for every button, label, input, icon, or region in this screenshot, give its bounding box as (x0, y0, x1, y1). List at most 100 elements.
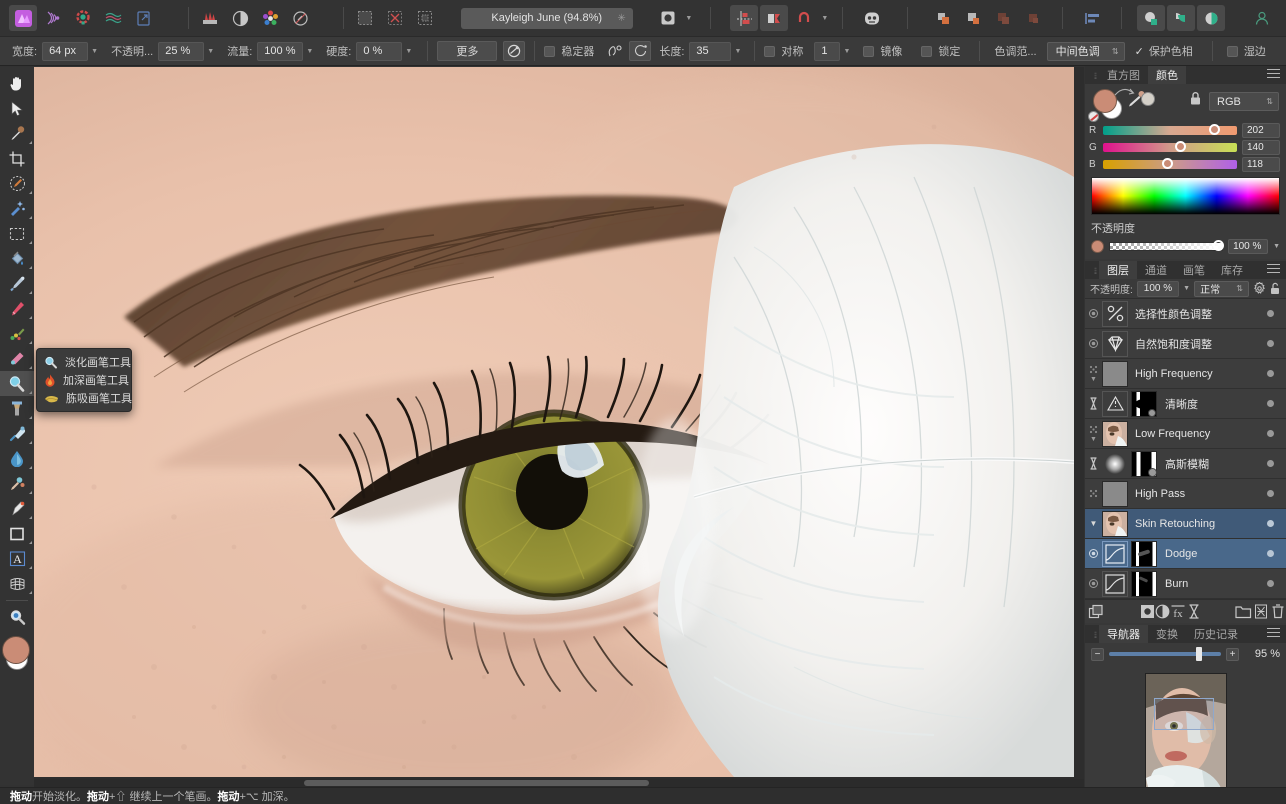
tab-navigator[interactable]: 导航器 (1099, 625, 1148, 643)
move-tool[interactable] (0, 96, 34, 121)
layer-fx-dot[interactable] (1267, 370, 1274, 377)
navigator-panel-menu-icon[interactable] (1267, 628, 1280, 640)
secondary-swatch[interactable] (1141, 92, 1155, 106)
layer-fx-dot[interactable] (1267, 520, 1274, 527)
g-slider-knob[interactable] (1175, 141, 1187, 152)
develop-persona-icon[interactable] (69, 5, 97, 31)
width-input[interactable]: 64 px (42, 41, 89, 61)
rectangle-tool[interactable] (0, 521, 34, 546)
panel-grip-icon[interactable]: ⦙⦙ (1091, 68, 1099, 84)
smudge-brush-tool[interactable] (0, 346, 34, 371)
rope-stabilizer-icon[interactable] (604, 41, 626, 61)
stabilizer-checkbox[interactable] (544, 45, 556, 57)
clone-brush-tool[interactable] (0, 396, 34, 421)
window-stabilizer-icon[interactable] (629, 41, 652, 61)
symmetry-checkbox[interactable] (764, 45, 776, 57)
hardness-input[interactable]: 0 % (356, 41, 403, 61)
layer-fx-dot[interactable] (1267, 580, 1274, 587)
geometry-subtract-icon[interactable] (959, 5, 987, 31)
lock-icon[interactable] (1189, 91, 1202, 106)
scrollbar-thumb[interactable] (304, 780, 649, 786)
zoom-in-button[interactable]: + (1226, 647, 1239, 661)
flyout-item-burn-brush-tool[interactable]: 加深画笔工具 (37, 371, 131, 389)
blur-brush-tool[interactable] (0, 446, 34, 471)
color-wheel-icon[interactable] (256, 5, 284, 31)
color-opacity-input[interactable]: 100 % (1228, 239, 1269, 254)
assistant-robot-icon[interactable] (858, 5, 886, 31)
g-value-input[interactable]: 140 (1242, 140, 1280, 155)
zoom-out-button[interactable]: − (1091, 647, 1104, 661)
layer-fx-dot[interactable] (1267, 490, 1274, 497)
layer-fx-dot[interactable] (1267, 460, 1274, 467)
dodge-brush-tool[interactable] (0, 371, 34, 396)
select-all-icon[interactable] (351, 5, 379, 31)
document-tab[interactable]: Kayleigh June (94.8%) ✳ (460, 7, 633, 29)
navigator-thumbnail-box[interactable] (1085, 665, 1286, 798)
liquify-persona-icon[interactable] (39, 5, 67, 31)
layers-panel-menu-icon[interactable] (1267, 264, 1280, 276)
chevron-down-icon[interactable]: ▼ (1090, 436, 1097, 443)
zoom-slider-track[interactable] (1109, 647, 1221, 661)
flyout-item-sponge-brush-tool[interactable]: 胨吸画笔工具 (37, 389, 132, 407)
add-group-icon[interactable] (1235, 605, 1252, 619)
lock-open-icon[interactable] (1270, 282, 1281, 295)
align-left-icon[interactable] (1078, 5, 1106, 31)
opacity-slider-track[interactable] (1109, 240, 1225, 251)
length-input[interactable]: 35 (689, 41, 732, 61)
mask-preview-icon[interactable] (654, 5, 682, 31)
layer-visibility-icon[interactable] (1085, 539, 1102, 569)
layer-fx-dot[interactable] (1267, 400, 1274, 407)
table-row[interactable]: Burn (1085, 569, 1286, 599)
user-account-icon[interactable] (1248, 5, 1276, 31)
gear-icon[interactable] (1253, 282, 1266, 295)
selection-brush-tool[interactable] (0, 171, 34, 196)
layer-opacity-chevron-down-icon[interactable]: ▼ (1183, 285, 1190, 292)
brush-settings-icon[interactable] (503, 41, 526, 61)
layer-blend-mode-icon[interactable]: ▼ (1085, 359, 1102, 389)
layer-mask-thumbnail[interactable] (1131, 570, 1157, 597)
color-picker-tool[interactable] (0, 121, 34, 146)
layer-mask-thumbnail[interactable] (1131, 390, 1157, 417)
pen-tool[interactable] (0, 496, 34, 521)
symmetry-stepper[interactable]: ▼ (840, 42, 853, 61)
brush-stack-icon[interactable] (196, 5, 224, 31)
panel-grip-icon[interactable]: ⦙⦙ (1091, 627, 1099, 643)
group-expand-chevron-down-icon[interactable]: ▼ (1085, 509, 1102, 539)
flood-select-tool[interactable] (0, 196, 34, 221)
opacity-stepper[interactable]: ▼ (204, 42, 217, 61)
layer-opacity-input[interactable]: 100 % (1136, 280, 1180, 297)
b-slider-knob[interactable] (1161, 158, 1173, 169)
symmetry-count-input[interactable]: 1 (814, 41, 841, 61)
add-pixel-layer-icon[interactable] (1140, 604, 1155, 619)
tab-layers[interactable]: 图层 (1099, 261, 1137, 279)
color-swatches[interactable] (0, 636, 34, 676)
paint-brush-tool[interactable] (0, 271, 34, 296)
layer-fx-dot[interactable] (1267, 310, 1274, 317)
invert-selection-icon[interactable] (411, 5, 439, 31)
table-row[interactable]: Dodge (1085, 539, 1286, 569)
chevron-down-icon[interactable]: ▼ (821, 15, 828, 22)
layer-visibility-icon[interactable] (1085, 569, 1102, 599)
zoom-tool[interactable] (0, 605, 34, 630)
tone-mapping-persona-icon[interactable] (99, 5, 127, 31)
adjustment-icon[interactable] (226, 5, 254, 31)
dodge-tool-flyout[interactable]: 淡化画笔工具 加深画笔工具 胨吸画笔工具 (36, 348, 132, 412)
add-adjustment-icon[interactable] (1155, 604, 1170, 619)
tab-stock[interactable]: 库存 (1213, 261, 1251, 279)
table-row[interactable]: ▼ Low Frequency (1085, 419, 1286, 449)
app-logo-icon[interactable] (9, 5, 37, 31)
protect-hue-check-icon[interactable]: ✓ (1135, 45, 1144, 58)
chevron-down-icon[interactable]: ▼ (1090, 376, 1097, 383)
arrange-back-icon[interactable] (1167, 5, 1196, 31)
add-mask-icon[interactable] (1186, 604, 1201, 619)
navigator-thumbnail[interactable] (1144, 673, 1227, 798)
flow-stepper[interactable]: ▼ (303, 42, 316, 61)
layer-visibility-icon[interactable] (1085, 299, 1102, 329)
no-color-icon[interactable] (1088, 111, 1099, 122)
r-value-input[interactable]: 202 (1242, 123, 1280, 138)
snapping-grid-icon[interactable] (730, 5, 759, 31)
export-persona-icon[interactable] (129, 5, 157, 31)
r-slider-knob[interactable] (1208, 124, 1220, 135)
snapping-shape-icon[interactable] (760, 5, 789, 31)
layer-blend-mode-icon[interactable] (1085, 479, 1102, 509)
